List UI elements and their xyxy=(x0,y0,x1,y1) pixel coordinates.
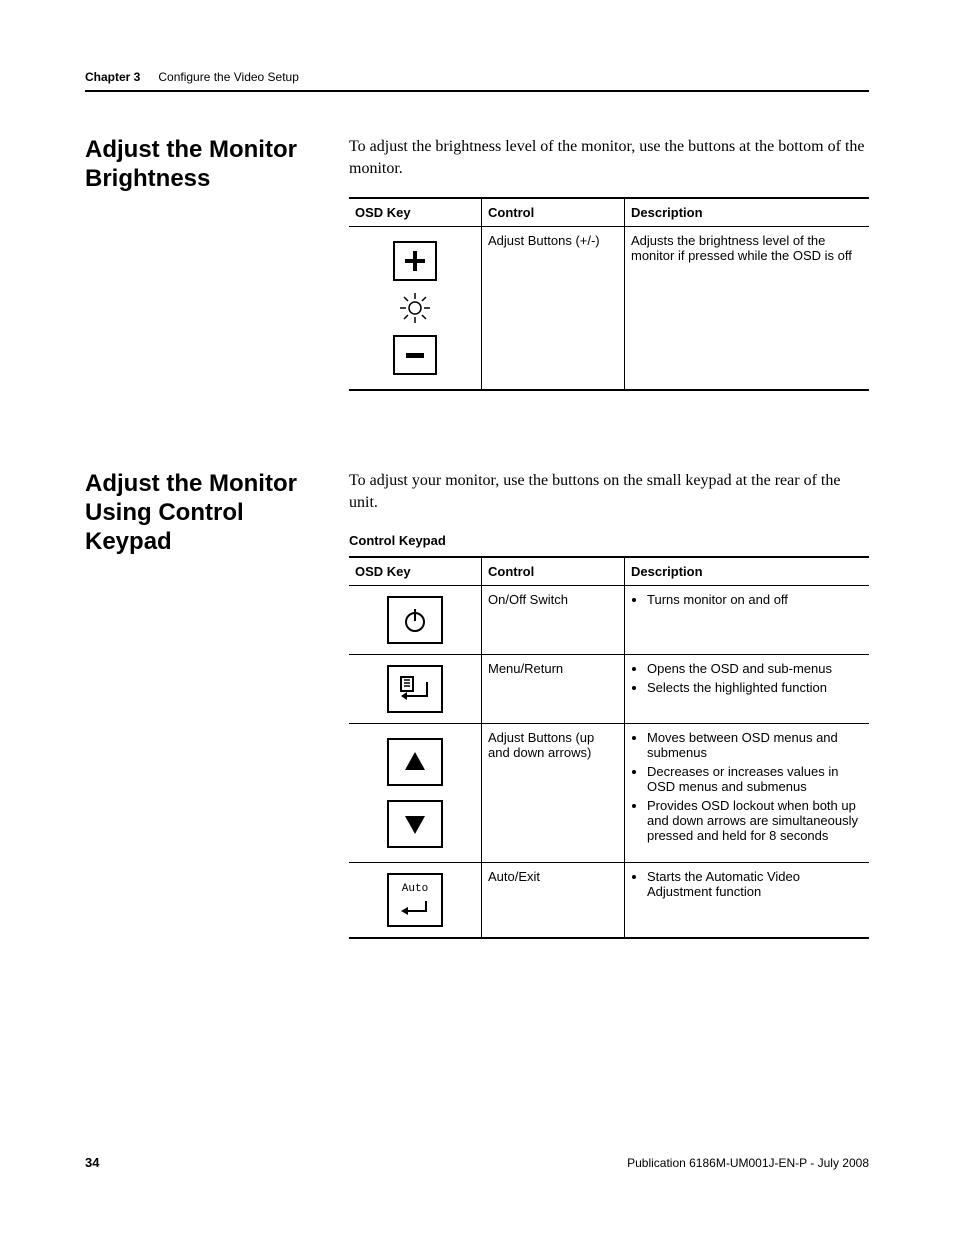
control-cell: Menu/Return xyxy=(482,655,625,724)
table-header-control: Control xyxy=(482,557,625,586)
list-item: Selects the highlighted function xyxy=(647,680,863,695)
table-header-osd-key: OSD Key xyxy=(349,557,482,586)
publication-info: Publication 6186M-UM001J-EN-P - July 200… xyxy=(627,1156,869,1170)
table-row: On/Off Switch Turns monitor on and off xyxy=(349,586,869,655)
table-row: Adjust Buttons (up and down arrows) Move… xyxy=(349,724,869,863)
list-item: Decreases or increases values in OSD men… xyxy=(647,764,863,794)
brightness-icon xyxy=(398,291,432,325)
description-cell: Moves between OSD menus and submenus Dec… xyxy=(625,724,870,863)
list-item: Turns monitor on and off xyxy=(647,592,863,607)
section-body-brightness: To adjust the brightness level of the mo… xyxy=(349,136,869,179)
auto-exit-icon: Auto xyxy=(387,873,443,927)
table-row: Menu/Return Opens the OSD and sub-menus … xyxy=(349,655,869,724)
table-header-osd-key: OSD Key xyxy=(349,198,482,227)
keypad-table: OSD Key Control Description On/Off Switc… xyxy=(349,556,869,939)
down-arrow-icon xyxy=(387,800,443,848)
description-cell: Starts the Automatic Video Adjustment fu… xyxy=(625,863,870,939)
chapter-title: Configure the Video Setup xyxy=(158,70,299,84)
page-number: 34 xyxy=(85,1155,99,1170)
table-header-description: Description xyxy=(625,557,870,586)
control-cell: Adjust Buttons (up and down arrows) xyxy=(482,724,625,863)
list-item: Opens the OSD and sub-menus xyxy=(647,661,863,676)
list-item: Moves between OSD menus and submenus xyxy=(647,730,863,760)
section-heading-brightness: Adjust the Monitor Brightness xyxy=(85,136,329,194)
up-arrow-icon xyxy=(387,738,443,786)
plus-icon xyxy=(393,241,437,281)
minus-icon xyxy=(393,335,437,375)
description-cell: Turns monitor on and off xyxy=(625,586,870,655)
list-item: Starts the Automatic Video Adjustment fu… xyxy=(647,869,863,899)
description-cell: Opens the OSD and sub-menus Selects the … xyxy=(625,655,870,724)
keypad-subtitle: Control Keypad xyxy=(349,533,869,548)
control-cell: On/Off Switch xyxy=(482,586,625,655)
control-cell: Auto/Exit xyxy=(482,863,625,939)
power-icon xyxy=(387,596,443,644)
chapter-label: Chapter 3 xyxy=(85,70,140,84)
brightness-table: OSD Key Control Description xyxy=(349,197,869,391)
control-cell: Adjust Buttons (+/-) xyxy=(482,227,625,391)
list-item: Provides OSD lockout when both up and do… xyxy=(647,798,863,843)
section-heading-keypad: Adjust the Monitor Using Control Keypad xyxy=(85,470,329,556)
menu-return-icon xyxy=(387,665,443,713)
table-row: Adjust Buttons (+/-) Adjusts the brightn… xyxy=(349,227,869,391)
table-header-description: Description xyxy=(625,198,870,227)
table-row: Auto Auto/Exit Starts the Automatic Vide… xyxy=(349,863,869,939)
description-cell: Adjusts the brightness level of the moni… xyxy=(625,227,870,391)
table-header-control: Control xyxy=(482,198,625,227)
page-header: Chapter 3 Configure the Video Setup xyxy=(85,68,869,92)
section-body-keypad: To adjust your monitor, use the buttons … xyxy=(349,470,869,513)
